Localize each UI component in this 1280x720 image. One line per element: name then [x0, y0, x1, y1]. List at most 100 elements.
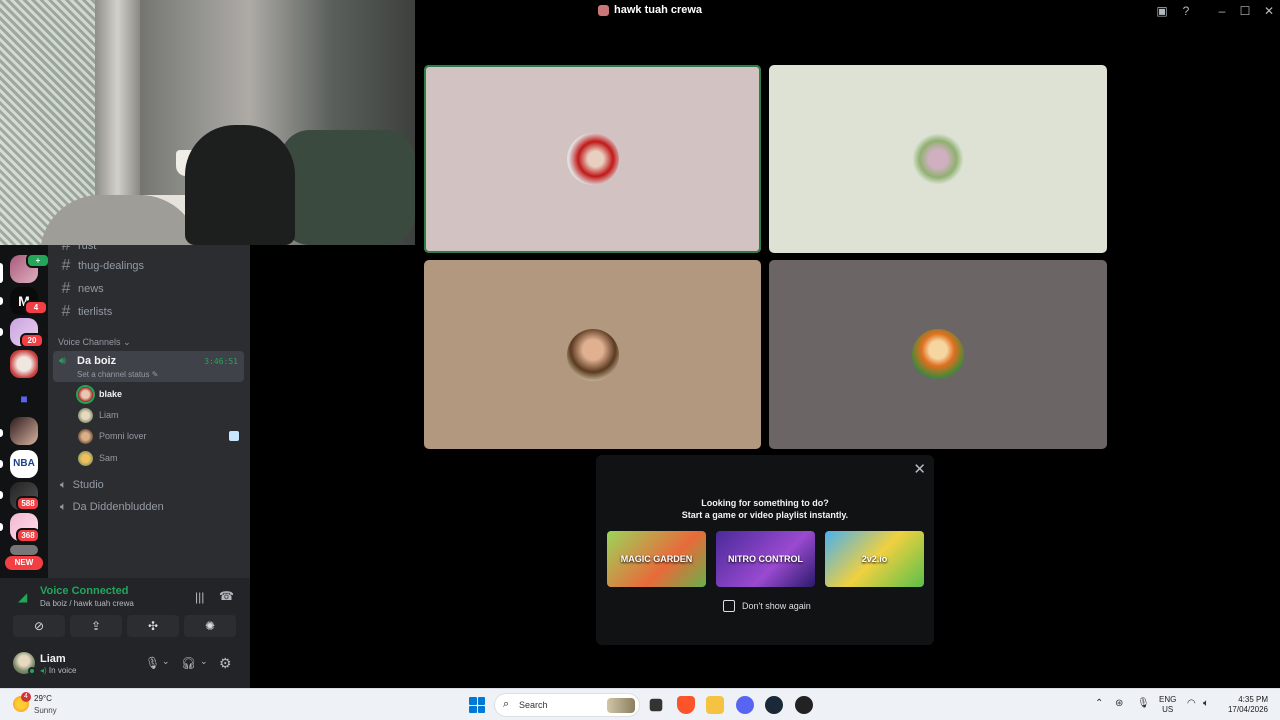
steam-icon[interactable] — [765, 696, 783, 714]
webcam-pillow — [280, 130, 415, 245]
help-icon[interactable]: ? — [1178, 3, 1194, 19]
participant-tile-3[interactable] — [424, 260, 761, 449]
close-window-button[interactable]: ✕ — [1261, 3, 1277, 19]
avatar — [566, 328, 619, 381]
gear-icon[interactable]: ⚙ — [219, 655, 232, 672]
headphones-icon[interactable]: 🎧︎ — [181, 656, 196, 670]
microphone-icon[interactable]: 🎙︎ — [145, 656, 160, 670]
chevron-up-icon[interactable]: ⌃ — [1095, 698, 1103, 709]
speaker-icon: ◂) — [40, 666, 47, 675]
wifi-icon[interactable]: ◠ — [1187, 698, 1196, 709]
weather-condition[interactable]: Sunny — [34, 706, 57, 715]
server-icon-nba[interactable]: NBA — [10, 450, 38, 478]
file-explorer-icon[interactable] — [706, 696, 724, 714]
voice-location: Da boiz / hawk tuah crewa — [40, 599, 134, 608]
noise-suppression-icon[interactable]: ||| — [195, 590, 204, 604]
voice-channel[interactable]: 🔈︎ Da Diddenbludden — [56, 497, 164, 517]
microphone-icon[interactable]: 🎙︎ — [1137, 698, 1150, 709]
popup-subheading: Start a game or video playlist instantly… — [681, 510, 849, 520]
unread-pill — [0, 297, 3, 305]
participant-tile-blake[interactable] — [424, 65, 761, 253]
chevron-down-icon: ⌄ — [123, 337, 131, 347]
windows-start-icon[interactable] — [469, 697, 485, 713]
voice-connected-label[interactable]: Voice Connected — [40, 585, 128, 597]
taskbar-search[interactable]: ⌕ Search — [494, 693, 640, 717]
dont-show-label[interactable]: Don't show again — [742, 601, 811, 611]
participant-tile-2[interactable] — [769, 65, 1107, 253]
dont-show-checkbox[interactable] — [723, 600, 735, 612]
camera-off-button[interactable]: ⊘ — [13, 615, 65, 637]
server-badge-2: 4 — [24, 300, 48, 315]
activities-button[interactable]: ✣ — [127, 615, 179, 637]
unread-pill — [0, 523, 3, 531]
brave-browser-icon[interactable] — [677, 696, 695, 714]
volume-icon[interactable]: 🔈︎ — [1203, 698, 1209, 709]
channel-sidebar: # rust # thug-dealings # news # tierlists Vo… — [48, 245, 250, 578]
unread-pill — [0, 491, 3, 499]
activity-suggestion-popup: ✕ Looking for something to do? Start a g… — [596, 455, 934, 645]
voice-member[interactable]: blake — [78, 385, 122, 403]
server-icon-10[interactable] — [10, 545, 38, 555]
avatar — [78, 450, 93, 466]
voice-member[interactable]: Liam — [78, 406, 119, 424]
online-status-dot — [28, 667, 36, 675]
server-icon-4[interactable] — [10, 350, 38, 378]
inbox-icon[interactable]: ▣ — [1154, 3, 1170, 19]
task-view-icon[interactable] — [649, 698, 663, 712]
screen-share-button[interactable]: ⇪ — [70, 615, 122, 637]
voice-channels-header[interactable]: Voice Channels ⌄ — [58, 337, 131, 348]
avatar — [78, 428, 93, 444]
signal-icon[interactable]: ◢ — [18, 590, 27, 604]
network-status-icon[interactable]: ⊛ — [1115, 698, 1123, 709]
text-channel[interactable]: # tierlists — [56, 301, 244, 323]
activity-magic-garden[interactable]: MAGIC GARDEN — [607, 531, 706, 587]
avatar — [78, 407, 93, 423]
weather-badge: 4 — [21, 692, 31, 702]
chevron-down-icon[interactable]: ⌄ — [162, 656, 170, 667]
user-status: ◂) In voice — [40, 666, 77, 675]
server-badge-3: 20 — [20, 333, 44, 348]
folder-icon[interactable]: ■ — [10, 385, 38, 413]
clock[interactable]: 4:35 PM 17/04/2026 — [1226, 695, 1268, 715]
voice-panel: ◢ Voice Connected Da boiz / hawk tuah cr… — [0, 578, 250, 688]
voice-channel[interactable]: 🔈︎ Studio — [56, 475, 104, 495]
server-icon-6[interactable] — [10, 417, 38, 445]
pencil-icon: ✎ — [151, 370, 159, 379]
speaker-icon: 🔊︎ — [59, 355, 66, 367]
voice-member[interactable]: Sam — [78, 449, 118, 467]
disconnect-icon[interactable]: ☎ — [219, 589, 234, 603]
title-bar: hawk tuah crewa ▣ ? – ☐ ✕ — [415, 0, 1280, 22]
stream-icon — [229, 431, 239, 441]
user-name[interactable]: Liam — [40, 653, 66, 665]
speaker-icon: 🔈︎ — [60, 478, 67, 491]
discord-icon[interactable] — [736, 696, 754, 714]
text-channel[interactable]: # news — [56, 278, 244, 300]
activity-2v2io[interactable]: 2v2.io — [825, 531, 924, 587]
close-icon[interactable]: ✕ — [913, 460, 926, 478]
hash-icon: # — [61, 245, 71, 254]
hash-icon: # — [61, 280, 71, 297]
chatgpt-icon[interactable] — [795, 696, 813, 714]
server-badge-8: 588 — [16, 496, 40, 511]
server-badge-1: + — [26, 253, 50, 268]
weather-temp[interactable]: 29°C — [34, 694, 52, 703]
new-badge[interactable]: NEW — [5, 556, 43, 570]
maximize-button[interactable]: ☐ — [1237, 3, 1253, 19]
hash-icon: # — [61, 257, 71, 274]
webcam-preview[interactable] — [0, 0, 415, 245]
webcam-person — [185, 125, 295, 245]
chevron-down-icon[interactable]: ⌄ — [200, 656, 208, 667]
server-icon — [598, 4, 609, 16]
participant-tile-4[interactable] — [769, 260, 1107, 449]
unread-pill — [0, 460, 3, 468]
voice-channel-name: Da boiz — [77, 355, 117, 367]
voice-member[interactable]: Pomni lover — [78, 427, 147, 445]
text-channel[interactable]: # thug-dealings — [56, 255, 244, 277]
speaker-icon: 🔈︎ — [60, 500, 67, 513]
minimize-button[interactable]: – — [1214, 3, 1230, 19]
language-indicator[interactable]: ENG US — [1159, 695, 1176, 715]
active-voice-channel[interactable]: 🔊︎ Da boiz 3:46:51 Set a channel status … — [53, 351, 244, 382]
soundboard-button[interactable]: ✺ — [184, 615, 236, 637]
activity-nitro-control[interactable]: NITRO CONTROL — [716, 531, 815, 587]
channel-status-button[interactable]: Set a channel status ✎ — [77, 370, 158, 379]
